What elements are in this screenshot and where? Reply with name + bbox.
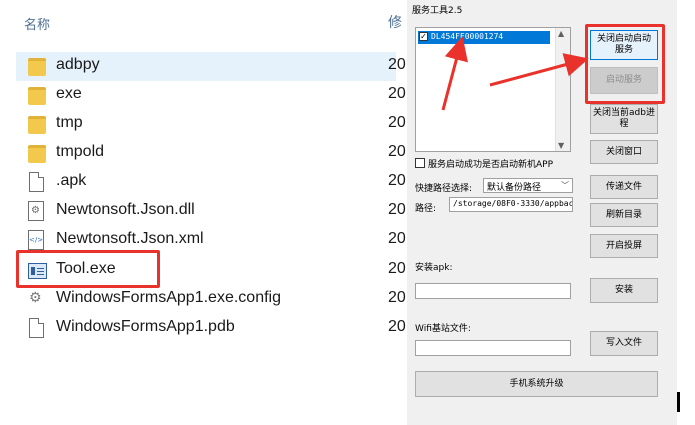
device-id: DL454FF00001274 bbox=[431, 32, 504, 41]
quick-path-value: 默认备份路径 bbox=[487, 183, 542, 193]
file-row-apk[interactable]: .apk 20 bbox=[0, 168, 410, 197]
close-window-button[interactable]: 关闭窗口 bbox=[590, 140, 658, 164]
column-header-name[interactable]: 名称 bbox=[24, 14, 50, 33]
service-buttons-highlight-box bbox=[585, 24, 665, 104]
file-row-exe-config[interactable]: WindowsFormsApp1.exe.config 20 bbox=[0, 285, 410, 314]
file-date: 20 bbox=[388, 260, 406, 277]
file-row-tmp[interactable]: tmp 20 bbox=[0, 110, 410, 139]
file-name: tmp bbox=[56, 114, 83, 131]
folder-icon bbox=[28, 143, 46, 164]
file-icon bbox=[28, 318, 46, 339]
folder-icon bbox=[28, 114, 46, 135]
listbox-scrollbar[interactable]: ▲ ▼ bbox=[555, 28, 570, 151]
system-upgrade-button[interactable]: 手机系统升级 bbox=[415, 371, 658, 397]
file-date: 20 bbox=[388, 289, 406, 306]
file-row-pdb[interactable]: WindowsFormsApp1.pdb 20 bbox=[0, 314, 410, 343]
window-edge bbox=[677, 392, 680, 412]
file-icon bbox=[28, 172, 46, 193]
write-file-button[interactable]: 写入文件 bbox=[590, 331, 658, 356]
file-row-newtonsoft-dll[interactable]: Newtonsoft.Json.dll 20 bbox=[0, 197, 410, 226]
file-date: 20 bbox=[388, 85, 406, 102]
file-explorer: 名称 修 adbpy 20 exe 20 tmp 20 tmpold 20 .a… bbox=[0, 0, 410, 425]
file-name: WindowsFormsApp1.pdb bbox=[56, 318, 235, 335]
device-checkbox[interactable]: ✓ bbox=[419, 32, 428, 41]
dll-file-icon bbox=[28, 201, 46, 222]
auto-start-label: 服务启动成功是否启动新机APP bbox=[428, 160, 554, 170]
refresh-directory-button[interactable]: 刷新目录 bbox=[590, 203, 658, 227]
file-date: 20 bbox=[388, 201, 406, 218]
file-date: 20 bbox=[388, 114, 406, 131]
quick-path-select[interactable]: 默认备份路径 ﹀ bbox=[483, 178, 573, 193]
file-row-tmpold[interactable]: tmpold 20 bbox=[0, 139, 410, 168]
file-date: 20 bbox=[388, 318, 406, 335]
scroll-up-icon[interactable]: ▲ bbox=[558, 29, 564, 38]
close-adb-process-button[interactable]: 关闭当前adb进程 bbox=[590, 104, 658, 134]
auto-start-checkbox[interactable] bbox=[415, 158, 425, 168]
quick-path-label: 快捷路径选择: bbox=[415, 184, 473, 194]
wifi-file-input[interactable] bbox=[415, 340, 571, 356]
file-name: exe bbox=[56, 85, 82, 102]
apk-path-input[interactable] bbox=[415, 283, 571, 299]
path-input[interactable]: /storage/08F0-3330/appback bbox=[449, 197, 573, 212]
file-name: tmpold bbox=[56, 143, 105, 160]
file-date: 20 bbox=[388, 230, 406, 247]
file-date: 20 bbox=[388, 56, 406, 73]
folder-icon bbox=[28, 85, 46, 106]
file-name: WindowsFormsApp1.exe.config bbox=[56, 289, 281, 306]
file-row-adbpy[interactable]: adbpy 20 bbox=[16, 52, 406, 81]
config-file-icon bbox=[28, 289, 46, 310]
tool-exe-highlight-box bbox=[16, 250, 160, 288]
file-row-exe[interactable]: exe 20 bbox=[0, 81, 410, 110]
column-header-date[interactable]: 修 bbox=[388, 12, 402, 32]
device-list-item[interactable]: ✓ DL454FF00001274 bbox=[418, 31, 550, 44]
path-label: 路径: bbox=[415, 204, 437, 214]
file-name: Newtonsoft.Json.xml bbox=[56, 230, 204, 247]
install-button[interactable]: 安装 bbox=[590, 278, 658, 303]
chevron-down-icon: ﹀ bbox=[561, 181, 569, 190]
transfer-file-button[interactable]: 传递文件 bbox=[590, 175, 658, 199]
file-name: Newtonsoft.Json.dll bbox=[56, 201, 195, 218]
file-name: adbpy bbox=[56, 56, 100, 73]
window-title: 服务工具2.5 bbox=[412, 6, 463, 16]
xml-file-icon bbox=[28, 230, 46, 251]
file-date: 20 bbox=[388, 143, 406, 160]
file-date: 20 bbox=[388, 172, 406, 189]
device-listbox[interactable]: ✓ DL454FF00001274 ▲ ▼ bbox=[415, 27, 571, 152]
install-apk-label: 安装apk: bbox=[415, 263, 453, 273]
scroll-down-icon[interactable]: ▼ bbox=[558, 141, 564, 150]
screen-cast-button[interactable]: 开启投屏 bbox=[590, 234, 658, 258]
path-value: /storage/08F0-3330/appback bbox=[453, 199, 573, 208]
file-name: .apk bbox=[56, 172, 87, 189]
folder-icon bbox=[28, 56, 46, 77]
wifi-file-label: Wifi基站文件: bbox=[415, 324, 471, 334]
